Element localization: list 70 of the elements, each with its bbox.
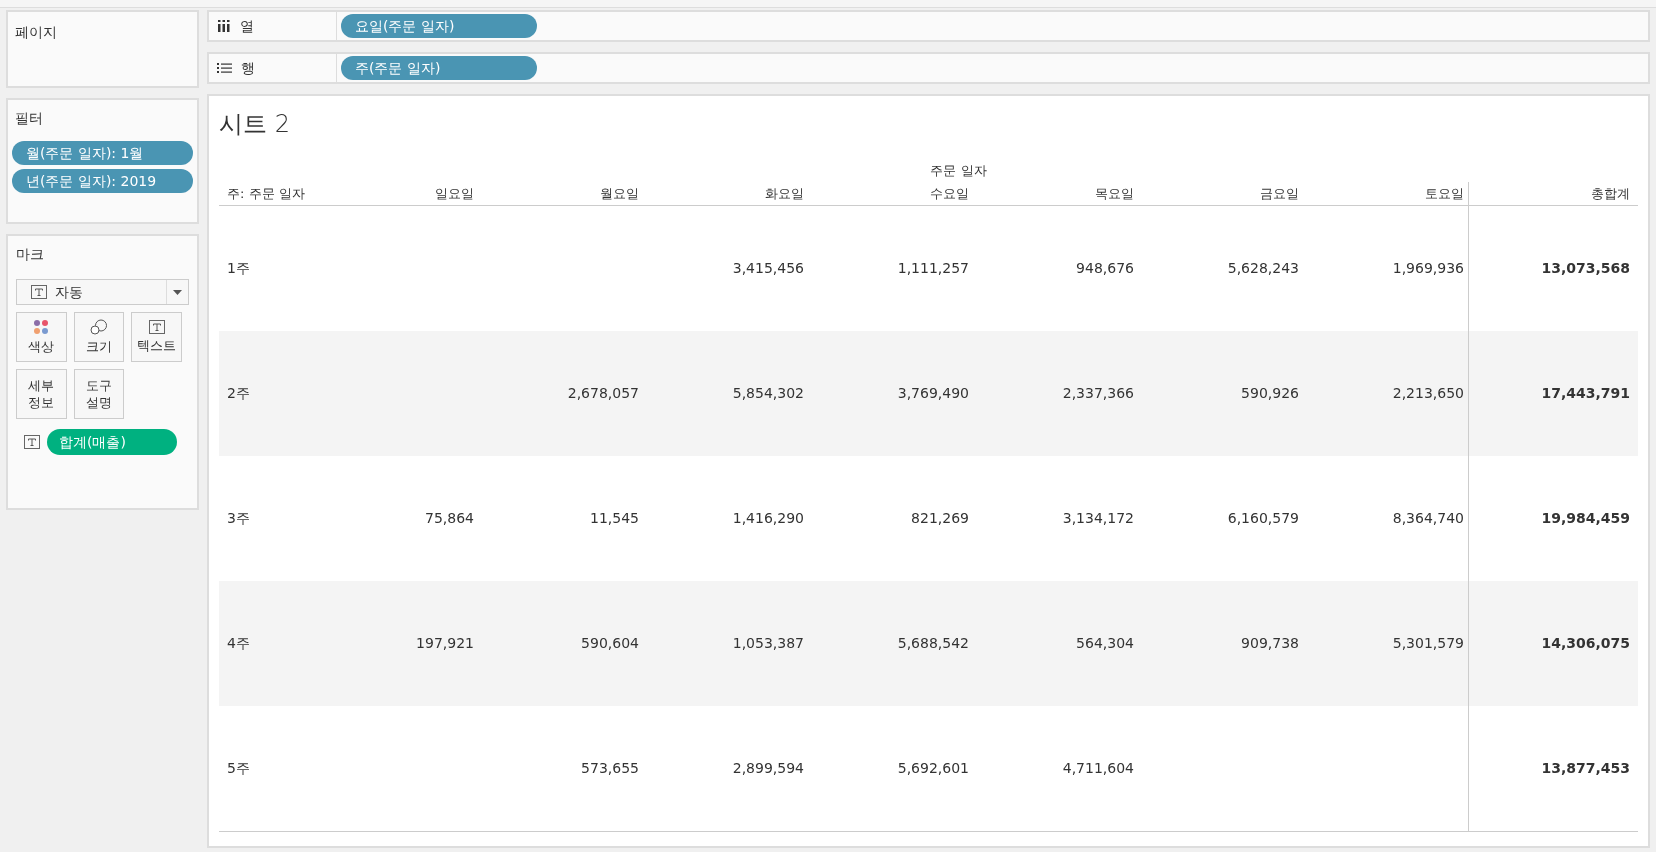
text-icon [148, 320, 165, 334]
total-cell-text: 17,443,791 [1541, 384, 1630, 403]
column-header: 일요일 [435, 185, 474, 201]
total-cell-text: 13,877,453 [1541, 759, 1630, 778]
table-cell: 821,269 [911, 510, 969, 526]
table-cell: 3,769,490 [897, 385, 969, 401]
mark-card-button[interactable]: 크기 [73, 312, 125, 362]
table-cell: 5,688,542 [897, 635, 969, 651]
table-cell: 5,692,601 [897, 760, 969, 776]
mark-card-button[interactable]: 색상 [16, 312, 67, 362]
table-cell: 590,926 [1241, 385, 1299, 401]
color-dots-icon [33, 319, 50, 335]
table-cell: 3,415,456 [732, 260, 804, 276]
text-icon [24, 435, 40, 449]
shelf-label: 열 [240, 16, 254, 36]
table-cell: 1,053,387 [732, 635, 804, 651]
column-group-header: 주문 일자 [930, 163, 987, 178]
table-cell: 197,921 [416, 635, 474, 651]
sheet-title: 시트 2 [219, 109, 291, 140]
column-header: 월요일 [600, 185, 639, 201]
mark-card-button[interactable]: 도구 설명 [73, 369, 125, 419]
total-header: 총합계 [1591, 184, 1630, 203]
table-cell: 5,301,579 [1392, 635, 1464, 651]
row-header: 주: 주문 일자 [227, 185, 305, 201]
table-cell: 1,111,257 [897, 260, 969, 276]
table-cell: 6,160,579 [1227, 510, 1299, 526]
list-icon [217, 62, 232, 74]
row-label: 1주 [227, 260, 250, 276]
total-cell-text: 14,306,075 [1541, 634, 1630, 653]
column-header: 수요일 [930, 185, 969, 201]
mark-type-label: 자동 [55, 282, 83, 302]
table-cell: 75,864 [425, 510, 474, 526]
table-cell: 2,213,650 [1392, 385, 1464, 401]
table-cell: 2,899,594 [732, 760, 804, 776]
row-label: 5주 [227, 760, 250, 776]
table-cell: 2,337,366 [1062, 385, 1134, 401]
text-icon [31, 285, 47, 299]
row-label: 2주 [227, 385, 250, 401]
table-cell: 564,304 [1076, 635, 1134, 651]
mark-card-button[interactable]: 세부 정보 [16, 369, 67, 419]
columns-icon [217, 19, 231, 33]
mark-card-button[interactable]: 텍스트 [131, 312, 182, 362]
table-cell: 5,854,302 [732, 385, 804, 401]
table-cell: 909,738 [1241, 635, 1299, 651]
table-cell: 8,364,740 [1392, 510, 1464, 526]
table-cell: 2,678,057 [567, 385, 639, 401]
mark-type-dropdown[interactable]: 자동 [16, 279, 189, 305]
table-cell: 3,134,172 [1062, 510, 1134, 526]
column-header: 화요일 [765, 185, 804, 201]
table-cell: 5,628,243 [1227, 260, 1299, 276]
panel-title: 마크 [16, 245, 45, 264]
column-header: 목요일 [1095, 185, 1134, 201]
shelf-label: 행 [241, 58, 255, 78]
table-cell: 573,655 [581, 760, 639, 776]
column-header: 토요일 [1425, 185, 1464, 201]
row-label: 3주 [227, 510, 250, 526]
dropdown-caret-icon [173, 289, 182, 295]
table-cell: 4,711,604 [1062, 760, 1134, 776]
total-cell-text: 19,984,459 [1541, 509, 1630, 528]
panel-title: 필터 [14, 109, 44, 128]
row-label: 4주 [227, 635, 250, 651]
size-circles-icon [90, 319, 108, 335]
table-cell: 1,969,936 [1392, 260, 1464, 276]
table-cell: 590,604 [581, 635, 639, 651]
panel-title: 페이지 [15, 24, 57, 40]
table-cell: 11,545 [590, 510, 639, 526]
total-cell-text: 13,073,568 [1541, 259, 1630, 278]
table-cell: 948,676 [1076, 260, 1134, 276]
table-cell: 1,416,290 [732, 510, 804, 526]
column-header: 금요일 [1260, 185, 1299, 201]
